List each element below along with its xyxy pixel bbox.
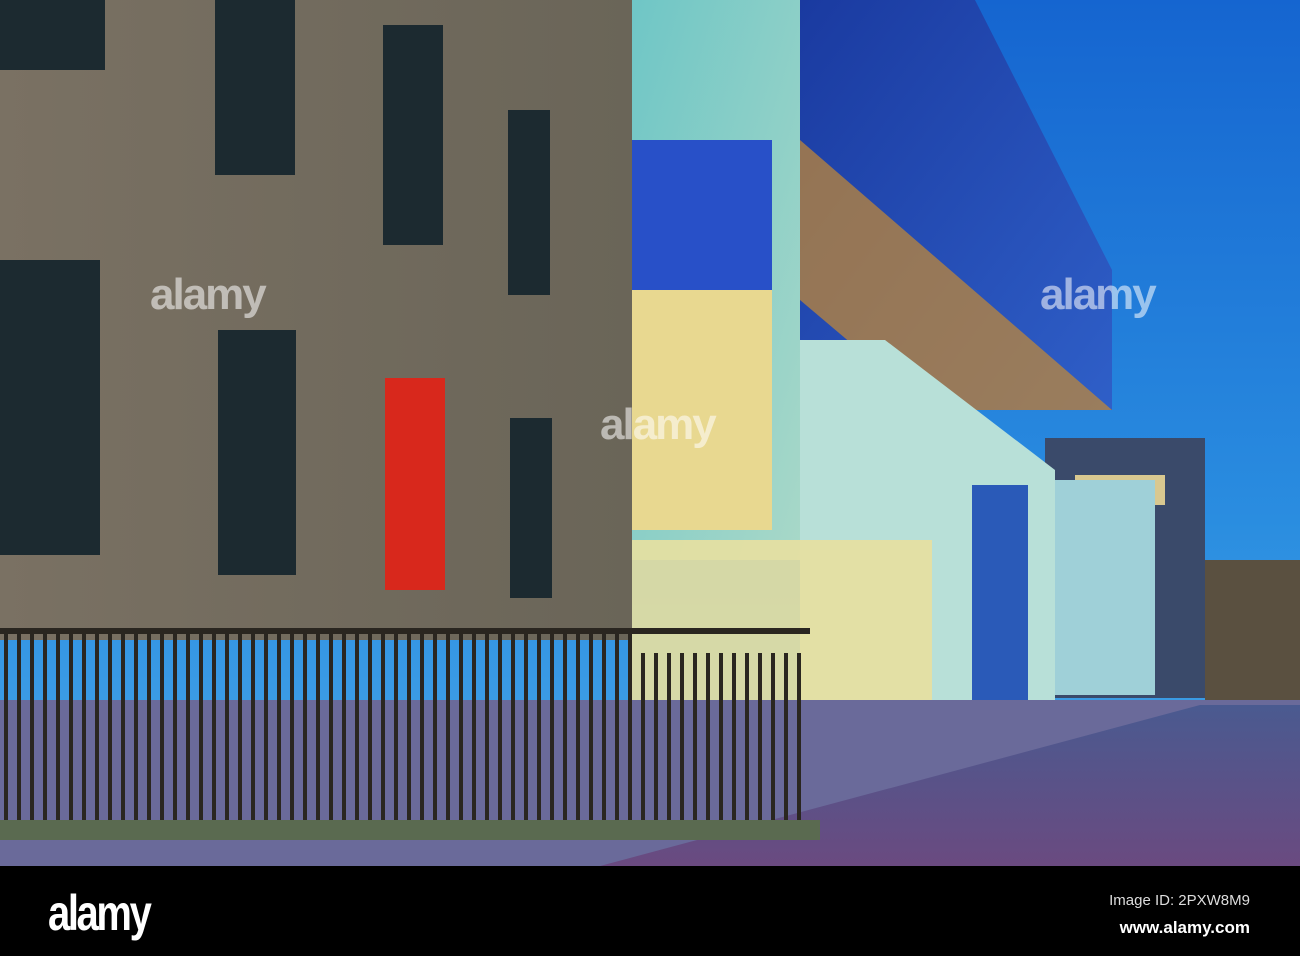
fence-bar bbox=[147, 628, 151, 828]
fence-bar bbox=[732, 653, 736, 828]
fence-bar bbox=[667, 653, 671, 828]
fence-bar bbox=[511, 628, 515, 828]
fence-bar bbox=[719, 653, 723, 828]
fence-bar bbox=[95, 628, 99, 828]
fence-bar bbox=[771, 653, 775, 828]
fence-bar bbox=[784, 653, 788, 828]
fence-bar bbox=[251, 628, 255, 828]
fence-bar bbox=[589, 628, 593, 828]
fence-bar bbox=[212, 628, 216, 828]
fence-bar bbox=[381, 628, 385, 828]
ground-floor-entrance bbox=[632, 540, 932, 715]
site-url[interactable]: www.alamy.com bbox=[1120, 918, 1250, 938]
fence-bar bbox=[576, 628, 580, 828]
fence-bar bbox=[797, 653, 801, 828]
fence-bar bbox=[290, 628, 294, 828]
fence-bar bbox=[316, 628, 320, 828]
fence-bar bbox=[342, 628, 346, 828]
watermark: alamy bbox=[1040, 270, 1157, 319]
fence-bar bbox=[537, 628, 541, 828]
fence-bar bbox=[472, 628, 476, 828]
fence-bar bbox=[394, 628, 398, 828]
fence-bar bbox=[121, 628, 125, 828]
fence-bar bbox=[238, 628, 242, 828]
footer-bar: alamy Image ID: 2PXW8M9 www.alamy.com bbox=[0, 866, 1300, 956]
fence-bar bbox=[498, 628, 502, 828]
fence-bar bbox=[264, 628, 268, 828]
fence-bar bbox=[459, 628, 463, 828]
fence-base bbox=[0, 820, 820, 840]
fence-bar bbox=[160, 628, 164, 828]
fence-bar bbox=[368, 628, 372, 828]
fence-bar bbox=[4, 628, 8, 828]
fence-bar bbox=[407, 628, 411, 828]
fence-bar bbox=[706, 653, 710, 828]
fence-bar bbox=[108, 628, 112, 828]
image-id: Image ID: 2PXW8M9 bbox=[1109, 892, 1250, 909]
fence-bar bbox=[641, 653, 645, 828]
watermark: alamy bbox=[150, 270, 267, 319]
fence-bar bbox=[446, 628, 450, 828]
fence-bar bbox=[56, 628, 60, 828]
side-block bbox=[1055, 480, 1155, 695]
fence-bar bbox=[30, 628, 34, 828]
fence-bar bbox=[758, 653, 762, 828]
watermark: alamy bbox=[600, 400, 717, 449]
fence-bar bbox=[303, 628, 307, 828]
fence-bar bbox=[615, 628, 619, 828]
fence-bar bbox=[277, 628, 281, 828]
fence-bar bbox=[69, 628, 73, 828]
fence-bar bbox=[329, 628, 333, 828]
fence-bar bbox=[550, 628, 554, 828]
fence-bar bbox=[563, 628, 567, 828]
distant-building-right bbox=[1205, 560, 1300, 700]
fence-bar bbox=[43, 628, 47, 828]
fence-bar bbox=[693, 653, 697, 828]
fence-bar bbox=[186, 628, 190, 828]
fence-bar bbox=[173, 628, 177, 828]
fence-bar bbox=[199, 628, 203, 828]
fence-bar bbox=[524, 628, 528, 828]
fence-bar bbox=[485, 628, 489, 828]
fence-bar bbox=[17, 628, 21, 828]
tall-glass-window bbox=[972, 485, 1028, 700]
red-lit-window bbox=[385, 378, 445, 590]
fence-bar bbox=[654, 653, 658, 828]
fence-bar bbox=[602, 628, 606, 828]
alamy-logo: alamy bbox=[48, 885, 152, 941]
fence-bar bbox=[680, 653, 684, 828]
fence-bar bbox=[82, 628, 86, 828]
fence-bar bbox=[420, 628, 424, 828]
fence-bar bbox=[134, 628, 138, 828]
fence-bar bbox=[355, 628, 359, 828]
fence-bar bbox=[628, 628, 632, 828]
fence-bar bbox=[433, 628, 437, 828]
fence-bar bbox=[745, 653, 749, 828]
fence-bar bbox=[225, 628, 229, 828]
